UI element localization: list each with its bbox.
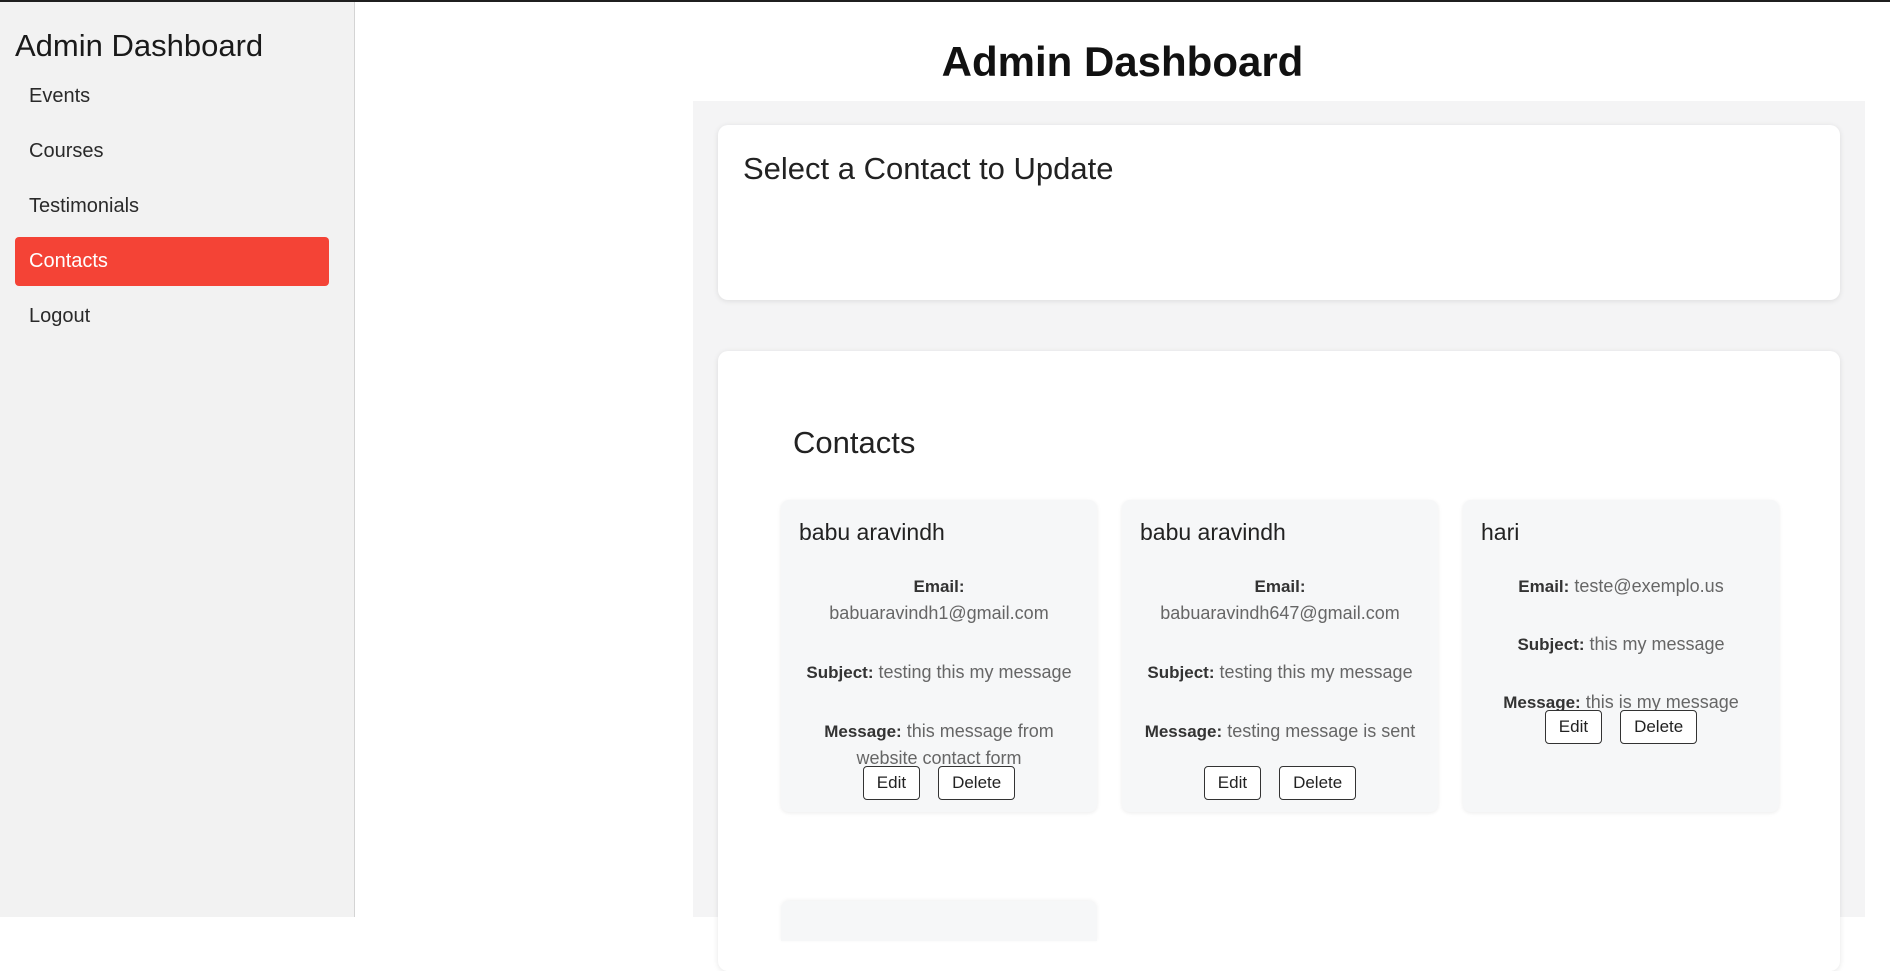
subject-label: Subject: [806,663,874,682]
sidebar-item-events[interactable]: Events [15,72,329,121]
delete-button[interactable]: Delete [938,766,1016,800]
sidebar-item-contacts[interactable]: Contacts [15,237,329,286]
card-actions: Edit Delete [1122,766,1438,800]
main-content: Select a Contact to Update Contacts babu… [693,101,1865,971]
contact-email: Email: teste@exemplo.us [1481,573,1761,600]
contact-email: Email: babuaravindh1@gmail.com [799,573,1079,627]
subject-label: Subject: [1517,635,1585,654]
contact-card: babu aravindh Email: babuaravindh647@gma… [1122,500,1438,812]
delete-button[interactable]: Delete [1620,710,1698,744]
contact-card: babu aravindh Email: babuaravindh1@gmail… [781,500,1097,812]
message-value: this is my message [1585,692,1739,712]
message-value: testing message is sent [1227,721,1416,741]
edit-button[interactable]: Edit [1544,710,1603,744]
subject-value: testing this my message [1219,662,1413,682]
sidebar-title: Admin Dashboard [15,28,264,63]
contact-message: Message: this message from website conta… [799,718,1079,772]
card-actions: Edit Delete [1463,710,1779,744]
email-label: Email: [1254,577,1306,596]
subject-value: this my message [1589,634,1725,654]
email-value: teste@exemplo.us [1574,576,1724,596]
contact-email: Email: babuaravindh647@gmail.com [1140,573,1420,627]
email-value: babuaravindh647@gmail.com [1160,603,1400,623]
sidebar-item-courses[interactable]: Courses [15,127,329,176]
delete-button[interactable]: Delete [1279,766,1357,800]
update-panel: Select a Contact to Update [718,125,1840,300]
contacts-heading: Contacts [793,425,916,460]
contact-name: hari [1481,519,1520,545]
contact-card-partial [781,901,1097,941]
contact-name: babu aravindh [1140,519,1286,545]
message-label: Message: [824,722,902,741]
sidebar: Admin Dashboard Events Courses Testimoni… [0,2,355,917]
contact-name: babu aravindh [799,519,945,545]
email-label: Email: [1518,577,1570,596]
contact-card: hari Email: teste@exemplo.us Subject: th… [1463,500,1779,812]
update-panel-title: Select a Contact to Update [743,151,1114,186]
contact-subject: Subject: testing this my message [1140,659,1420,686]
page-title-text: Admin Dashboard [941,38,1304,85]
edit-button[interactable]: Edit [862,766,921,800]
contact-message: Message: testing message is sent [1140,718,1420,745]
card-actions: Edit Delete [781,766,1097,800]
subject-label: Subject: [1147,663,1215,682]
page-title: Admin Dashboard [355,38,1890,86]
edit-button[interactable]: Edit [1203,766,1262,800]
sidebar-item-testimonials[interactable]: Testimonials [15,182,329,231]
sidebar-nav: Events Courses Testimonials Contacts Log… [15,72,329,347]
sidebar-item-logout[interactable]: Logout [15,292,329,341]
subject-value: testing this my message [878,662,1072,682]
contacts-panel: Contacts babu aravindh Email: babuaravin… [718,351,1840,971]
contact-subject: Subject: this my message [1481,631,1761,658]
email-value: babuaravindh1@gmail.com [829,603,1049,623]
message-label: Message: [1144,722,1223,741]
contact-subject: Subject: testing this my message [799,659,1079,686]
email-label: Email: [913,577,965,596]
contact-details: Email: babuaravindh647@gmail.com Subject… [1140,573,1420,777]
